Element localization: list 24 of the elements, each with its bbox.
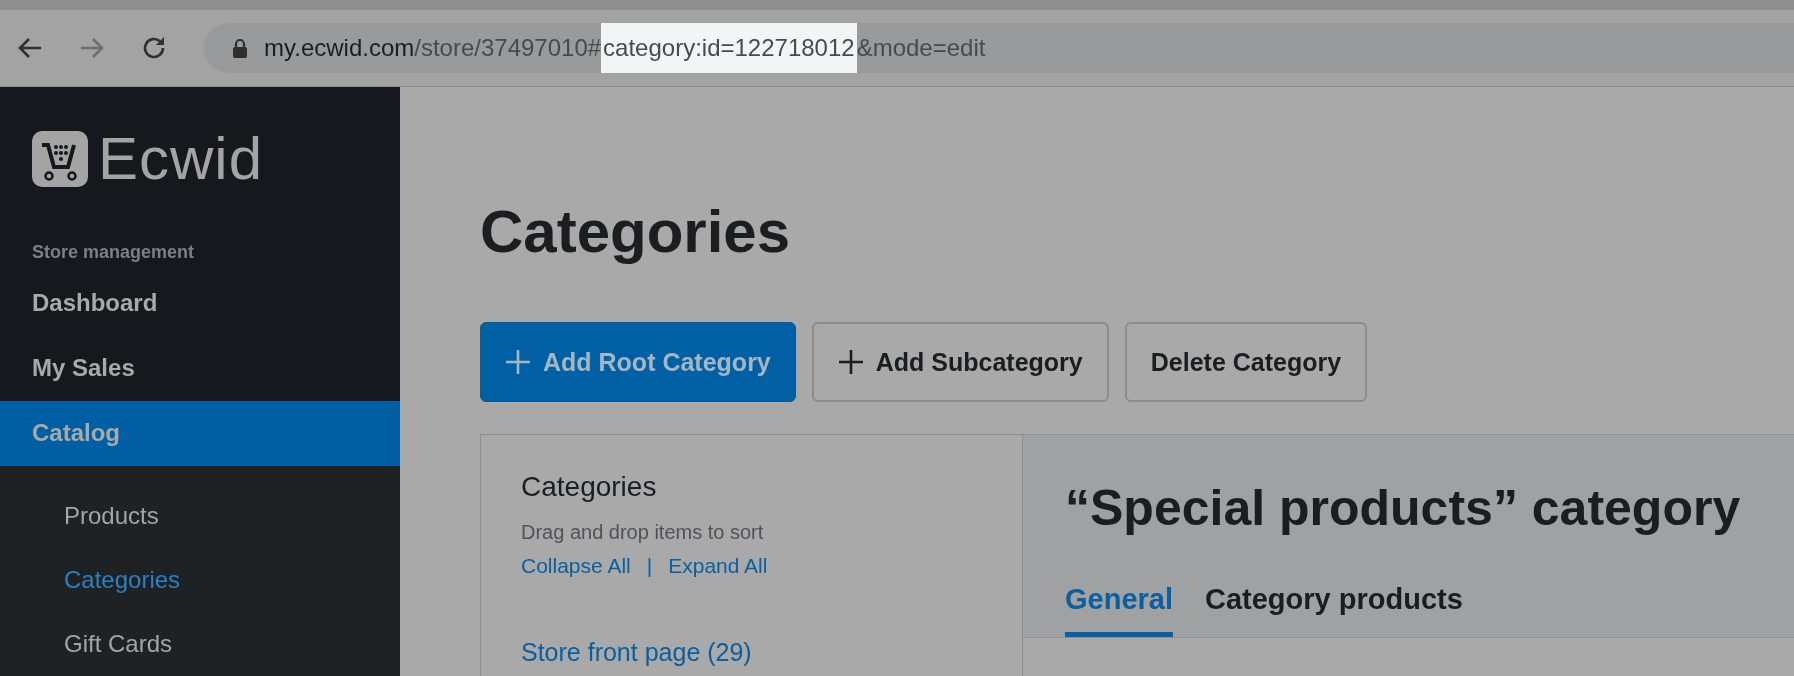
url-text: /store/37497010# <box>414 33 602 63</box>
page-title: Categories <box>480 202 792 262</box>
sidebar-subitem[interactable]: Categories <box>0 548 400 612</box>
sidebar-subitem[interactable]: Gift Cards <box>0 612 400 676</box>
sidebar-subitem[interactable]: Products <box>0 484 400 548</box>
panel-heading: Categories <box>521 471 658 503</box>
url-text: my.ecwid.com <box>264 33 415 63</box>
url-text: &mode=edit <box>856 33 986 63</box>
link-separator: | <box>646 554 653 578</box>
plus-icon <box>505 349 531 375</box>
action-button[interactable]: Delete Category <box>1124 322 1368 402</box>
category-title: “Special products” category <box>1064 479 1742 537</box>
address-bar[interactable]: my.ecwid.com/store/37497010#category:id=122718012&mode=edit <box>204 23 1794 73</box>
plus-icon <box>837 349 864 375</box>
hint-text: Drag and drop items to sort <box>521 521 765 544</box>
highlighted-url-text: category:id=122718012 <box>601 23 857 73</box>
section-label: Store management <box>31 240 196 263</box>
logo-text: Ecwid <box>98 129 264 190</box>
tab[interactable]: Category products <box>1205 583 1463 637</box>
sidebar-item[interactable]: Dashboard <box>0 270 400 336</box>
sidebar-item[interactable]: My Sales <box>0 335 400 401</box>
lock-icon <box>232 38 248 58</box>
action-button[interactable]: Add Subcategory <box>811 322 1109 402</box>
cart-logo-icon <box>32 131 88 188</box>
